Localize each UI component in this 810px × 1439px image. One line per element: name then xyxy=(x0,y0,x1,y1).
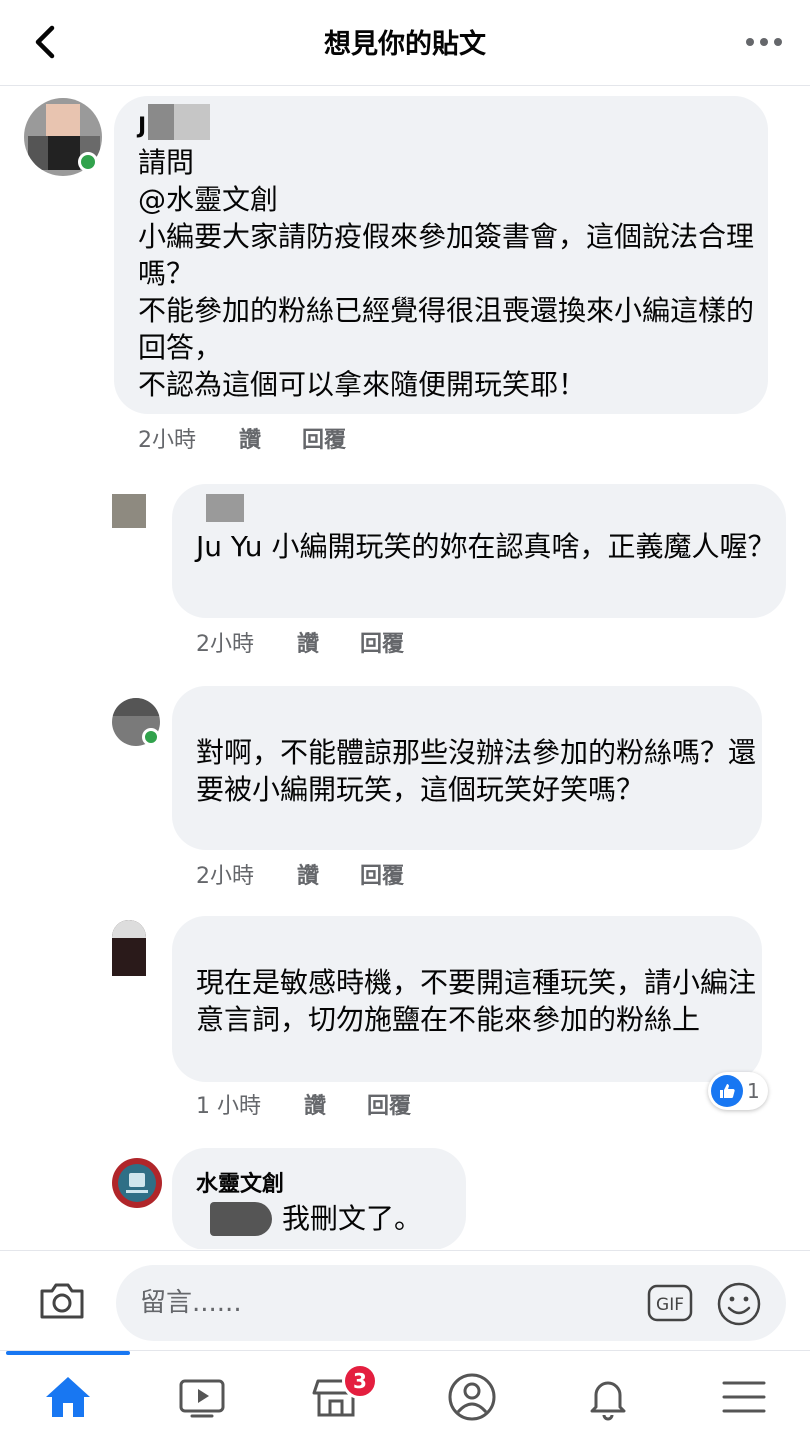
bottom-navigation: 3 xyxy=(0,1350,810,1439)
comment-meta: 2小時 讚 回覆 xyxy=(196,858,404,890)
comment-thread: J 請問 @水靈文創 小編要大家請防疫假來參加簽書會，這個說法合理嗎？ 不能參加… xyxy=(0,86,810,1249)
comment-meta: 2小時 讚 回覆 xyxy=(138,422,346,454)
comment-text: 對啊，不能體諒那些沒辦法參加的粉絲嗎？還要被小編開玩笑，這個玩笑好笑嗎？ xyxy=(196,736,757,806)
reaction-count[interactable]: 1 xyxy=(708,1072,768,1110)
like-button[interactable]: 讚 xyxy=(297,858,319,890)
profile-icon xyxy=(448,1373,496,1421)
comment-text: 我刪文了。 xyxy=(282,1202,423,1235)
emoji-icon xyxy=(717,1282,761,1326)
comment-meta: 1 小時 讚 回覆 xyxy=(196,1088,411,1120)
gif-label: GIF xyxy=(656,1295,684,1315)
censored-name-block xyxy=(206,494,244,522)
comment-bubble[interactable]: J 請問 @水靈文創 小編要大家請防疫假來參加簽書會，這個說法合理嗎？ 不能參加… xyxy=(114,96,768,414)
page-title: 想見你的貼文 xyxy=(324,29,486,60)
comment-author[interactable]: J xyxy=(138,114,146,139)
censored-name-block xyxy=(174,104,210,140)
online-status-indicator xyxy=(142,728,160,746)
comment-bubble[interactable]: 現在是敏感時機，不要開這種玩笑，請小編注意言詞，切勿施鹽在不能來參加的粉絲上 xyxy=(172,916,762,1082)
bell-icon xyxy=(590,1381,626,1421)
notification-badge: 3 xyxy=(342,1363,378,1399)
comment-bubble[interactable]: 對啊，不能體諒那些沒辦法參加的粉絲嗎？還要被小編開玩笑，這個玩笑好笑嗎？ xyxy=(172,686,762,850)
nav-menu[interactable] xyxy=(714,1369,774,1425)
home-icon xyxy=(46,1377,90,1417)
avatar[interactable] xyxy=(112,494,146,528)
emoji-button[interactable] xyxy=(716,1281,762,1327)
comment-box[interactable]: GIF xyxy=(116,1265,786,1341)
like-button[interactable]: 讚 xyxy=(297,626,319,658)
comment-composer: GIF xyxy=(0,1250,810,1350)
comment-input[interactable] xyxy=(140,1285,620,1321)
comment-text: 現在是敏感時機，不要開這種玩笑，請小編注意言詞，切勿施鹽在不能來參加的粉絲上 xyxy=(196,966,757,1036)
reaction-count-label: 1 xyxy=(747,1079,760,1103)
more-horizontal-icon xyxy=(746,38,782,46)
censored-name-block xyxy=(210,1202,272,1236)
camera-button[interactable] xyxy=(36,1275,88,1327)
comment-time[interactable]: 2小時 xyxy=(196,858,254,890)
comment-bubble[interactable]: 水靈文創 我刪文了。 xyxy=(172,1148,466,1249)
comment-text: Ju Yu 小編開玩笑的妳在認真啥，正義魔人喔？ xyxy=(196,530,776,563)
reply-button[interactable]: 回覆 xyxy=(367,1088,411,1120)
page-avatar[interactable] xyxy=(112,1158,162,1208)
comment-author[interactable]: 水靈文創 xyxy=(196,1166,284,1198)
like-button[interactable]: 讚 xyxy=(304,1088,326,1120)
nav-video[interactable] xyxy=(172,1369,232,1425)
reply-button[interactable]: 回覆 xyxy=(302,422,346,454)
camera-icon xyxy=(40,1283,84,1319)
top-bar: 想見你的貼文 xyxy=(0,0,810,86)
avatar[interactable] xyxy=(112,920,146,976)
thumbs-up-icon xyxy=(711,1075,743,1107)
online-status-indicator xyxy=(78,152,98,172)
comment-time[interactable]: 1 小時 xyxy=(196,1088,261,1120)
more-options-button[interactable] xyxy=(740,24,788,60)
gif-button[interactable]: GIF xyxy=(646,1283,694,1323)
nav-profile[interactable] xyxy=(442,1369,502,1425)
comment-time[interactable]: 2小時 xyxy=(196,626,254,658)
nav-notifications[interactable] xyxy=(578,1369,638,1425)
comment-text: 請問 @水靈文創 小編要大家請防疫假來參加簽書會，這個說法合理嗎？ 不能參加的粉… xyxy=(138,146,755,401)
nav-home[interactable] xyxy=(38,1369,98,1425)
comment-time[interactable]: 2小時 xyxy=(138,422,196,454)
menu-icon xyxy=(722,1381,766,1413)
reply-button[interactable]: 回覆 xyxy=(360,858,404,890)
video-icon xyxy=(179,1379,225,1418)
comment-bubble[interactable]: Ju Yu 小編開玩笑的妳在認真啥，正義魔人喔？ xyxy=(172,484,786,618)
like-button[interactable]: 讚 xyxy=(239,422,261,454)
reply-button[interactable]: 回覆 xyxy=(360,626,404,658)
comment-meta: 2小時 讚 回覆 xyxy=(196,626,404,658)
active-tab-indicator xyxy=(6,1351,130,1355)
